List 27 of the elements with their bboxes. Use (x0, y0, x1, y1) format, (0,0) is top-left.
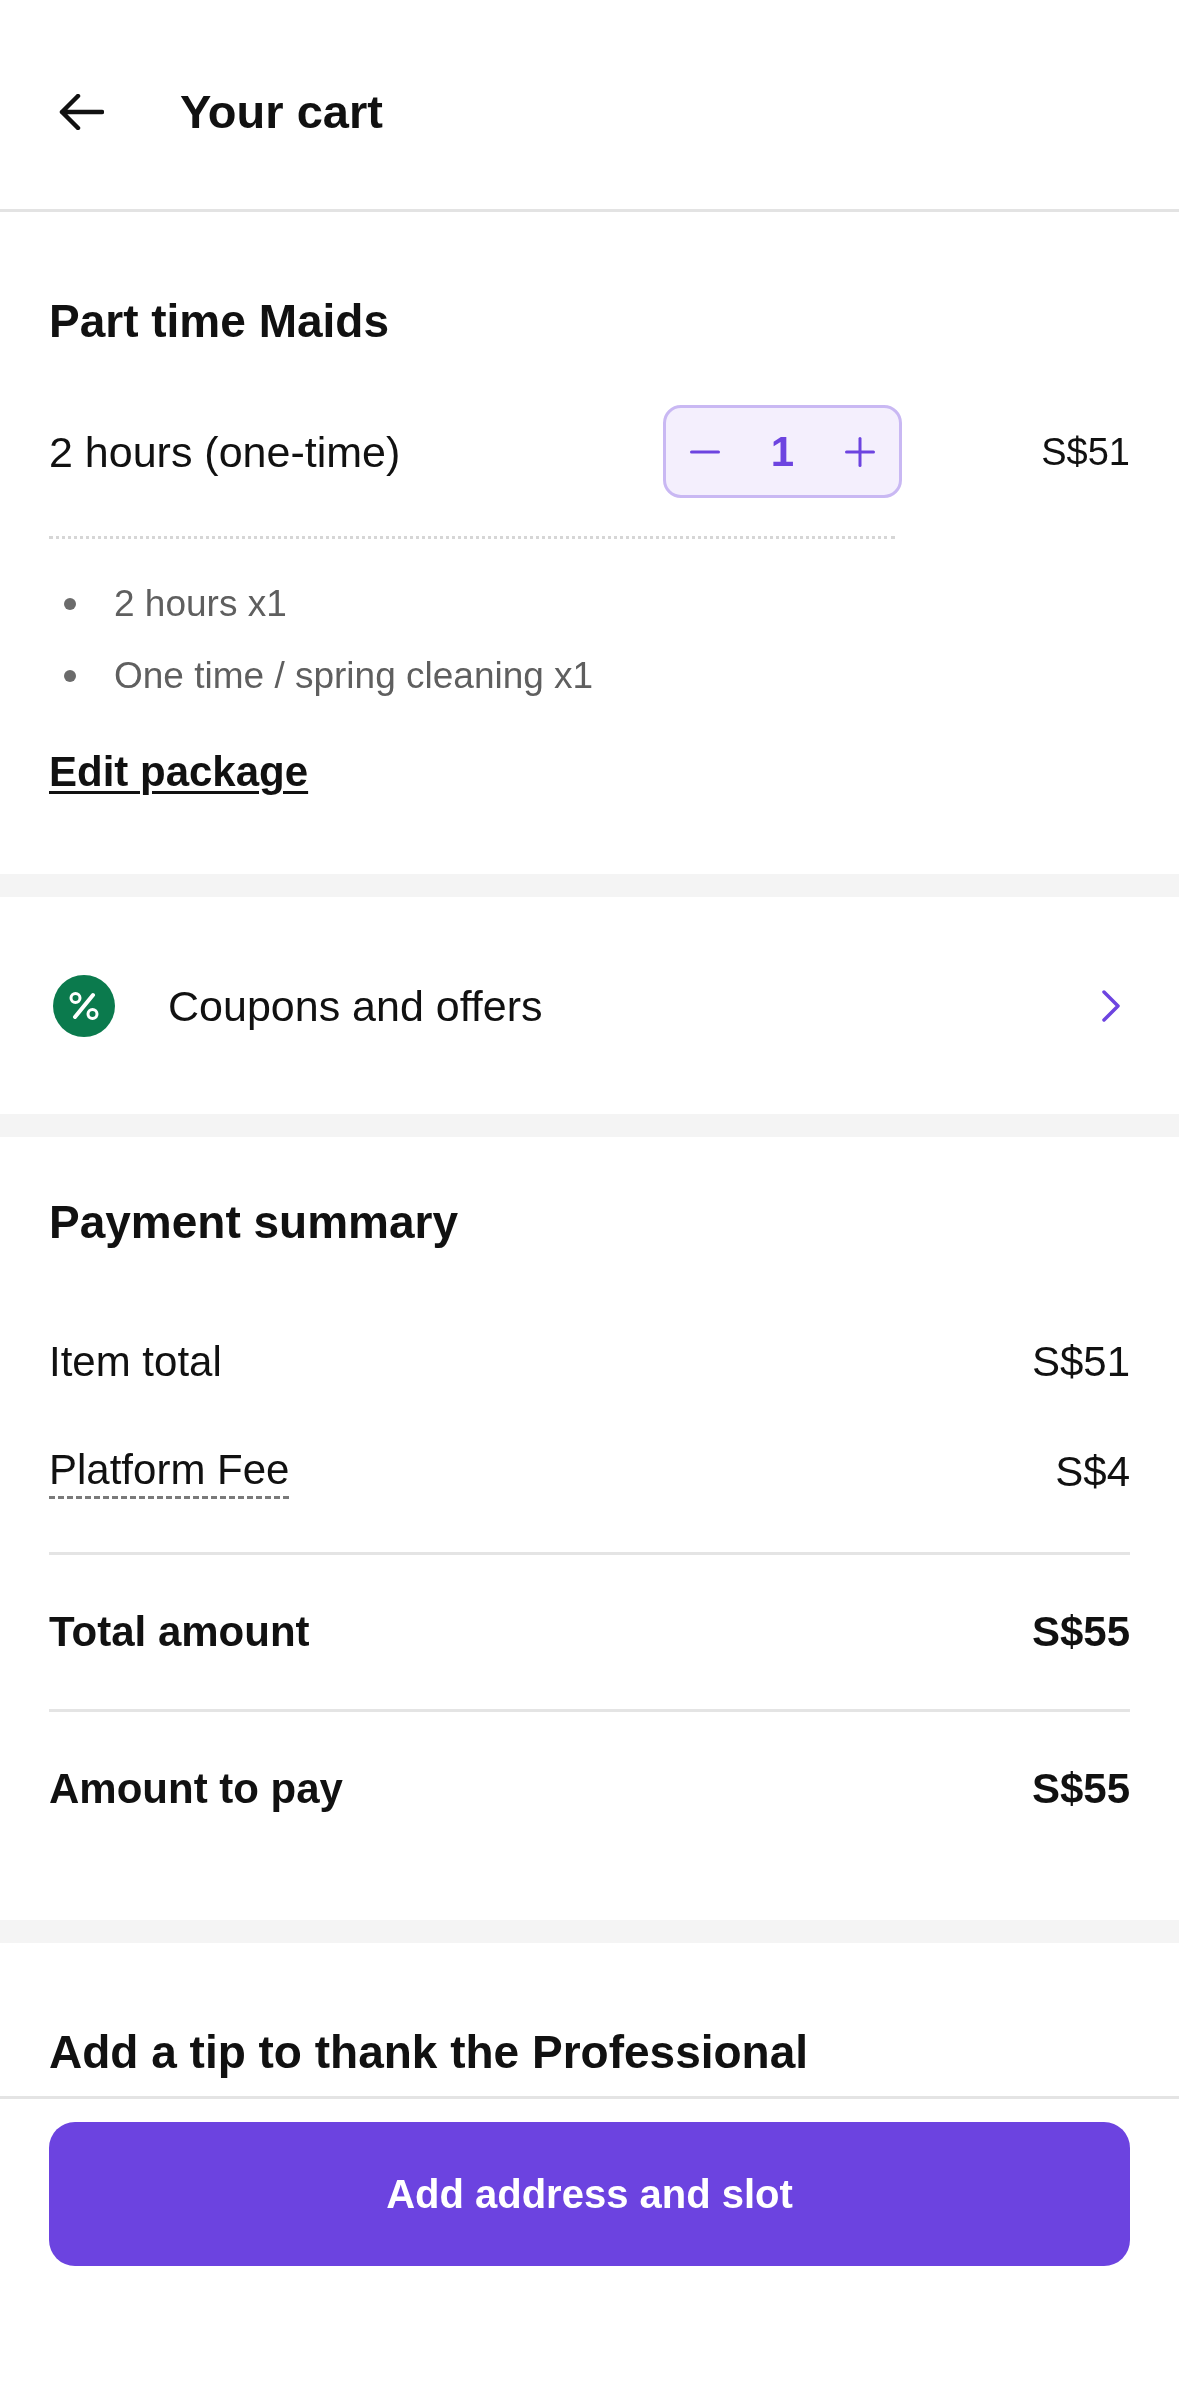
summary-label: Total amount (49, 1607, 310, 1657)
coupons-label[interactable]: Coupons and offers (168, 979, 1101, 1032)
summary-value: S$51 (1031, 1337, 1130, 1387)
section-title: Payment summary (49, 1196, 460, 1248)
section-title: Add a tip to thank the Professional (49, 2026, 810, 2078)
item-price: S$51 (1040, 429, 1130, 475)
bullet-icon (64, 670, 76, 682)
summary-label[interactable]: Platform Fee (49, 1444, 290, 1499)
edit-package-link[interactable]: Edit package (49, 746, 309, 798)
add-address-button[interactable]: Add address and slot (49, 2122, 1130, 2266)
detail-text: 2 hours x1 (114, 582, 287, 626)
item-name: 2 hours (one-time) (49, 426, 402, 478)
bullet-icon (64, 598, 76, 610)
quantity-stepper[interactable]: 1 (663, 405, 902, 498)
back-icon[interactable] (58, 93, 104, 130)
plus-icon[interactable] (845, 436, 875, 467)
summary-label: Amount to pay (49, 1764, 343, 1814)
summary-value: S$4 (1055, 1446, 1130, 1497)
summary-value: S$55 (1031, 1607, 1130, 1657)
summary-value: S$55 (1031, 1764, 1130, 1814)
percent-icon (53, 974, 115, 1037)
section-title: Part time Maids (49, 295, 390, 347)
detail-text: One time / spring cleaning x1 (114, 654, 594, 698)
quantity-value: 1 (770, 426, 795, 477)
summary-label: Item total (49, 1337, 222, 1387)
page-title: Your cart (180, 83, 383, 140)
chevron-right-icon[interactable] (1101, 988, 1121, 1023)
